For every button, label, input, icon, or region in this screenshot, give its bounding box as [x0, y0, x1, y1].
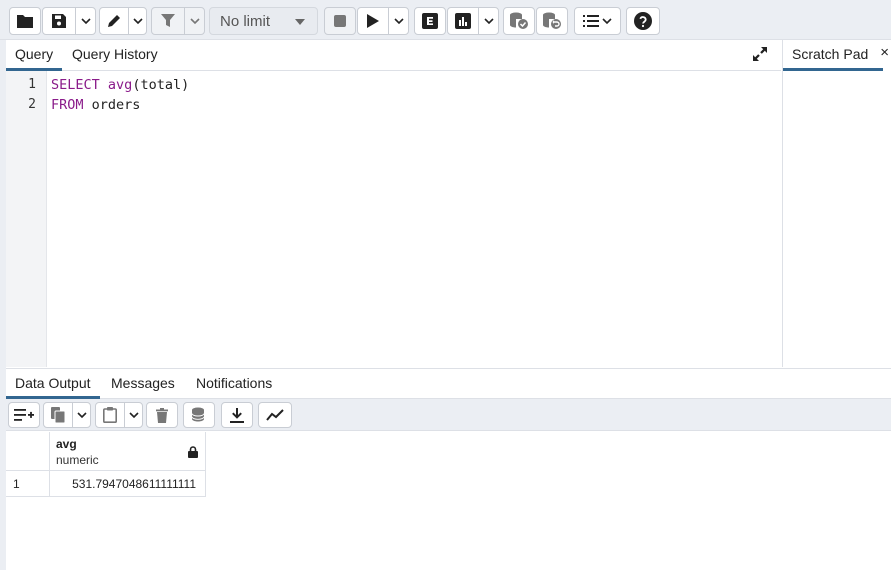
row-limit-select[interactable]: No limit	[209, 7, 318, 35]
column-header-avg[interactable]: avg numeric	[50, 432, 206, 471]
filter-icon	[161, 14, 175, 27]
save-icon	[52, 14, 66, 28]
pencil-icon	[108, 15, 120, 27]
commit-button[interactable]	[503, 7, 535, 35]
database-rollback-icon	[543, 12, 561, 29]
scratch-pad-tab[interactable]: Scratch Pad ×	[782, 40, 891, 71]
chevron-down-icon	[483, 17, 494, 24]
save-split-button	[42, 7, 96, 35]
lock-icon	[188, 445, 198, 463]
play-icon	[367, 14, 379, 28]
database-check-icon	[510, 12, 528, 29]
chevron-down-icon	[76, 411, 87, 418]
code-line[interactable]: FROM orders	[51, 97, 140, 113]
row-number-cell[interactable]: 1	[6, 471, 50, 497]
chevron-down-icon	[189, 17, 200, 24]
tab-messages[interactable]: Messages	[102, 369, 184, 399]
tab-query[interactable]: Query	[6, 40, 63, 71]
line-number: 2	[28, 97, 36, 112]
table-cell[interactable]: 531.7947048611111111	[50, 471, 206, 497]
database-save-icon	[191, 407, 205, 422]
copy-icon	[51, 407, 65, 423]
sql-function: avg	[107, 77, 133, 93]
sql-keyword: SELECT	[51, 77, 100, 93]
chevron-down-icon	[128, 411, 139, 418]
stop-button[interactable]	[324, 7, 356, 35]
explain-icon	[422, 13, 438, 29]
sql-editor[interactable]	[47, 71, 781, 367]
delete-row-button[interactable]	[146, 402, 178, 428]
column-name: avg	[56, 437, 77, 451]
sql-text: (total)	[132, 77, 190, 93]
edit-split-button	[99, 7, 147, 35]
stop-icon	[334, 15, 346, 27]
main-toolbar: No limit	[0, 0, 891, 40]
paste-dropdown-button[interactable]	[124, 403, 142, 427]
execute-dropdown-button[interactable]	[388, 8, 408, 34]
execute-split-button	[357, 7, 409, 35]
sql-keyword: FROM	[51, 97, 84, 113]
line-number: 1	[28, 77, 36, 92]
filter-dropdown-button[interactable]	[184, 8, 204, 34]
download-icon	[230, 407, 244, 423]
sql-text: orders	[91, 97, 141, 113]
copy-split-button	[43, 402, 91, 428]
macros-button[interactable]	[574, 7, 621, 35]
download-button[interactable]	[221, 402, 253, 428]
list-icon	[582, 15, 612, 27]
explain-button[interactable]	[414, 7, 446, 35]
chevron-down-icon	[80, 17, 91, 24]
rollback-button[interactable]	[536, 7, 568, 35]
add-row-button[interactable]	[8, 402, 40, 428]
filter-button[interactable]	[152, 8, 184, 34]
bar-chart-icon	[455, 13, 471, 29]
explain-analyze-dropdown-button[interactable]	[478, 8, 498, 34]
explain-analyze-button[interactable]	[448, 8, 478, 34]
result-tab-bar: Data Output Messages Notifications	[6, 368, 891, 399]
tab-data-output[interactable]: Data Output	[6, 369, 100, 399]
caret-down-icon	[295, 19, 305, 25]
code-line[interactable]: SELECT avg(total)	[51, 77, 189, 93]
explain-analyze-split-button	[447, 7, 499, 35]
chevron-down-icon	[393, 17, 404, 24]
column-type: numeric	[56, 453, 99, 467]
grid-corner-cell[interactable]	[6, 432, 50, 471]
help-button[interactable]	[626, 7, 660, 35]
query-tool-window: No limit Query Query History Scratch Pad…	[0, 0, 891, 570]
tab-query-history[interactable]: Query History	[63, 40, 167, 71]
copy-dropdown-button[interactable]	[72, 403, 90, 427]
tab-notifications[interactable]: Notifications	[187, 369, 281, 399]
paste-split-button	[95, 402, 143, 428]
filter-split-button	[151, 7, 205, 35]
edit-button[interactable]	[100, 8, 128, 34]
open-file-button[interactable]	[9, 7, 41, 35]
save-button[interactable]	[43, 8, 75, 34]
close-scratch-pad-button[interactable]: ×	[880, 44, 889, 61]
save-dropdown-button[interactable]	[75, 8, 95, 34]
folder-icon	[17, 15, 33, 28]
clipboard-icon	[103, 407, 117, 423]
trash-icon	[156, 407, 168, 423]
line-number-gutter: 1 2	[6, 71, 47, 367]
help-icon	[634, 12, 652, 30]
add-row-icon	[14, 409, 34, 421]
graph-visualiser-button[interactable]	[258, 402, 292, 428]
copy-button[interactable]	[44, 403, 72, 427]
row-limit-value: No limit	[220, 12, 271, 30]
result-toolbar	[6, 399, 891, 431]
paste-button[interactable]	[96, 403, 124, 427]
maximize-panel-button[interactable]	[753, 47, 767, 66]
line-chart-icon	[266, 409, 284, 421]
query-tab-bar: Query Query History	[6, 40, 781, 71]
save-data-button[interactable]	[183, 402, 215, 428]
expand-icon	[753, 47, 767, 61]
chevron-down-icon	[132, 17, 143, 24]
scratch-pad-label: Scratch Pad	[783, 40, 883, 71]
scratch-pad-body[interactable]	[782, 71, 891, 367]
execute-button[interactable]	[358, 8, 388, 34]
edit-dropdown-button[interactable]	[128, 8, 146, 34]
